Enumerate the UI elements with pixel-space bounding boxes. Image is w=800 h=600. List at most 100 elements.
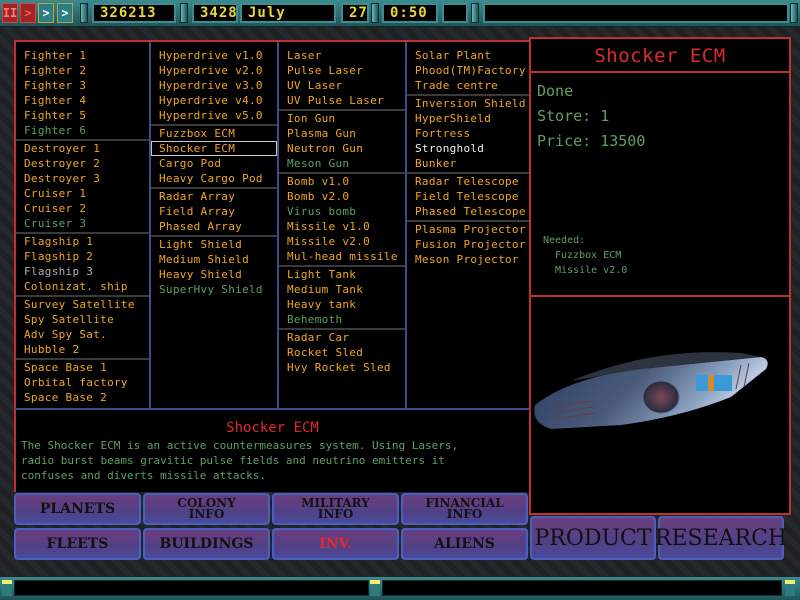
list-item[interactable]: Radar Telescope [407,174,531,189]
list-item[interactable]: Solar Plant [407,48,531,63]
military-info-button[interactable]: MILITARY INFO [272,493,399,525]
list-item[interactable]: Cruiser 2 [16,201,149,216]
list-item[interactable]: Radar Array [151,189,277,204]
list-item[interactable]: Virus bomb [279,204,406,219]
list-item[interactable]: Mul-head missile [279,249,406,264]
product-label: PRODUCT [534,525,652,551]
list-item[interactable]: Fusion Projector [407,237,531,252]
item-group: Solar Plant Phood(TM)Factory Trade centre [407,48,531,96]
list-item[interactable]: Spy Satellite [16,312,149,327]
list-item[interactable]: Light Shield [151,237,277,252]
bottom-status-bar [0,577,800,600]
list-item[interactable]: Trade centre [407,78,531,93]
list-item[interactable]: Medium Tank [279,282,406,297]
list-item[interactable]: Cruiser 3 [16,216,149,231]
list-item[interactable]: Behemoth [279,312,406,327]
list-item[interactable]: Bomb v1.0 [279,174,406,189]
research-button[interactable]: RESEARCH [655,516,787,560]
list-item[interactable]: Hvy Rocket Sled [279,360,406,375]
list-item[interactable]: Fortress [407,126,531,141]
list-item[interactable]: Rocket Sled [279,345,406,360]
list-item[interactable]: Fighter 5 [16,108,149,123]
list-item[interactable]: Phased Telescope [407,204,531,219]
list-item[interactable]: Missile v2.0 [279,234,406,249]
fast-forward-button[interactable]: > [38,3,54,23]
list-item[interactable]: Space Base 1 [16,360,149,375]
list-item[interactable]: Flagship 2 [16,249,149,264]
list-item[interactable]: Hubble 2 [16,342,149,357]
list-item[interactable]: Bomb v2.0 [279,189,406,204]
month-display: July [240,3,336,23]
list-item[interactable]: Colonizat. ship [16,279,149,294]
list-item[interactable]: Field Array [151,204,277,219]
list-item[interactable]: Bunker [407,156,531,171]
list-item[interactable]: UV Pulse Laser [279,93,406,108]
list-item[interactable]: Hyperdrive v5.0 [151,108,277,123]
list-item[interactable]: Space Base 2 [16,390,149,405]
buildings-button[interactable]: BUILDINGS [143,528,270,560]
fastest-forward-button[interactable]: > [57,3,73,23]
list-item-selected[interactable]: Shocker ECM [151,141,277,156]
list-item[interactable]: Phood(TM)Factory [407,63,531,78]
aliens-button[interactable]: ALIENS [401,528,528,560]
list-item[interactable]: Hyperdrive v1.0 [151,48,277,63]
list-item[interactable]: Orbital factory [16,375,149,390]
list-item[interactable]: HyperShield [407,111,531,126]
day-display: 27 [341,3,369,23]
pause-button[interactable]: II [2,3,18,23]
fleets-label: FLEETS [46,535,109,552]
list-item[interactable]: Stronghold [407,141,531,156]
list-item[interactable]: Phased Array [151,219,277,234]
top-bar: II > > > 326213 3428 July 27 0:50 [0,0,800,27]
list-item[interactable]: Heavy Shield [151,267,277,282]
list-item[interactable]: Hyperdrive v4.0 [151,93,277,108]
list-item[interactable]: Hyperdrive v2.0 [151,63,277,78]
list-item[interactable]: Flagship 1 [16,234,149,249]
list-item[interactable]: Fighter 6 [16,123,149,138]
list-item[interactable]: Flagship 3 [16,264,149,279]
fleets-button[interactable]: FLEETS [14,528,141,560]
list-item[interactable]: Missile v1.0 [279,219,406,234]
play-button[interactable]: > [20,3,36,23]
list-item[interactable]: Laser [279,48,406,63]
list-item[interactable]: Neutron Gun [279,141,406,156]
inv-button[interactable]: INV. [272,528,399,560]
list-item[interactable]: Survey Satellite [16,297,149,312]
item-group: Plasma Projector Fusion Projector Meson Pr… [407,222,531,268]
list-item[interactable]: Hyperdrive v3.0 [151,78,277,93]
list-item[interactable]: Cruiser 1 [16,186,149,201]
list-item[interactable]: Adv Spy Sat. [16,327,149,342]
list-item[interactable]: Pulse Laser [279,63,406,78]
list-item[interactable]: Plasma Projector [407,222,531,237]
list-item[interactable]: Fighter 3 [16,78,149,93]
list-item[interactable]: Destroyer 2 [16,156,149,171]
list-item[interactable]: Fighter 1 [16,48,149,63]
requirements-list: Needed: Fuzzbox ECM Missile v2.0 [543,233,627,278]
list-item[interactable]: UV Laser [279,78,406,93]
list-item[interactable]: Destroyer 1 [16,141,149,156]
list-item[interactable]: Plasma Gun [279,126,406,141]
colony-info-label: INFO [188,507,225,521]
list-item[interactable]: Heavy tank [279,297,406,312]
panel-knob [180,3,188,23]
list-item[interactable]: SuperHvy Shield [151,282,277,297]
product-button[interactable]: PRODUCT [530,516,656,560]
colony-info-button[interactable]: COLONY INFO [143,493,270,525]
financial-info-button[interactable]: FINANCIAL INFO [401,493,528,525]
list-item[interactable]: Destroyer 3 [16,171,149,186]
list-item[interactable]: Meson Gun [279,156,406,171]
list-item[interactable]: Ion Gun [279,111,406,126]
list-item[interactable]: Light Tank [279,267,406,282]
item-title: Shocker ECM [531,39,789,73]
list-item[interactable]: Heavy Cargo Pod [151,171,277,186]
list-item[interactable]: Fuzzbox ECM [151,126,277,141]
list-item[interactable]: Field Telescope [407,189,531,204]
list-item[interactable]: Fighter 4 [16,93,149,108]
list-item[interactable]: Medium Shield [151,252,277,267]
list-item[interactable]: Fighter 2 [16,63,149,78]
list-item[interactable]: Inversion Shield [407,96,531,111]
planets-button[interactable]: PLANETS [14,493,141,525]
list-item[interactable]: Meson Projector [407,252,531,267]
list-item[interactable]: Radar Car [279,330,406,345]
list-item[interactable]: Cargo Pod [151,156,277,171]
